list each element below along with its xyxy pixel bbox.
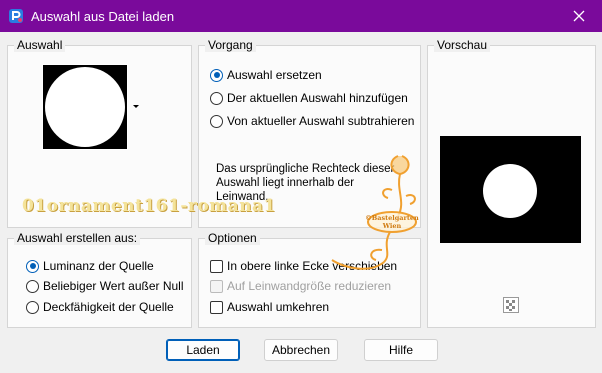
- radio-label: Von aktueller Auswahl subtrahieren: [227, 114, 415, 128]
- radio-button[interactable]: [210, 91, 223, 105]
- radio-hinzufuegen[interactable]: Der aktuellen Auswahl hinzufügen: [210, 91, 408, 105]
- close-button[interactable]: [556, 0, 602, 32]
- radio-button[interactable]: [26, 279, 39, 293]
- close-icon: [573, 10, 585, 22]
- paint-app-icon: [9, 9, 23, 23]
- radio-label: Luminanz der Quelle: [43, 259, 154, 273]
- radio-button[interactable]: [210, 114, 223, 128]
- watermark-stamp-line2: Wien: [382, 222, 402, 230]
- watermark-filename: 01ornament161-romana1: [22, 196, 276, 216]
- vorgang-group-label: Vorgang: [205, 38, 256, 52]
- title-bar: Auswahl aus Datei laden: [0, 0, 602, 32]
- watermark-stamp-line1: ©Bastelgarten: [365, 214, 419, 222]
- selection-thumbnail-picker[interactable]: [42, 64, 139, 150]
- checkbox[interactable]: [210, 300, 223, 314]
- check-leinwandgroesse[interactable]: Auf Leinwandgröße reduzieren: [210, 279, 391, 293]
- radio-label: Deckfähigkeit der Quelle: [43, 300, 174, 314]
- checkbox[interactable]: [210, 259, 223, 273]
- erstellen-group-label: Auswahl erstellen aus:: [14, 231, 141, 245]
- auswahl-group-label: Auswahl: [14, 38, 66, 52]
- radio-button-checked[interactable]: [26, 259, 39, 273]
- laden-button[interactable]: Laden: [166, 339, 240, 361]
- vorschau-group: Vorschau: [427, 38, 596, 328]
- window-title: Auswahl aus Datei laden: [31, 9, 175, 24]
- abbrechen-button[interactable]: Abbrechen: [264, 339, 338, 361]
- radio-luminanz[interactable]: Luminanz der Quelle: [26, 259, 154, 273]
- radio-deckfaehigkeit[interactable]: Deckfähigkeit der Quelle: [26, 300, 174, 314]
- radio-label: Auswahl ersetzen: [227, 68, 322, 82]
- radio-label: Der aktuellen Auswahl hinzufügen: [227, 91, 408, 105]
- radio-subtrahieren[interactable]: Von aktueller Auswahl subtrahieren: [210, 114, 414, 128]
- watermark-ornament: ©Bastelgarten Wien: [331, 155, 419, 270]
- checkbox-label: Auswahl umkehren: [227, 300, 330, 314]
- radio-button-checked[interactable]: [210, 68, 223, 82]
- dropdown-arrow-icon[interactable]: [132, 104, 140, 110]
- check-auswahl-umkehren[interactable]: Auswahl umkehren: [210, 300, 329, 314]
- radio-beliebiger-wert[interactable]: Beliebiger Wert außer Null: [26, 279, 184, 293]
- hilfe-button[interactable]: Hilfe: [364, 339, 438, 361]
- radio-auswahl-ersetzen[interactable]: Auswahl ersetzen: [210, 68, 322, 82]
- checkbox-disabled[interactable]: [210, 279, 223, 293]
- selection-thumbnail: [42, 64, 128, 150]
- preview-canvas: [440, 136, 581, 243]
- transparency-checker-icon[interactable]: [503, 297, 519, 313]
- vorschau-group-label: Vorschau: [434, 38, 491, 52]
- radio-label: Beliebiger Wert außer Null: [43, 279, 184, 293]
- radio-button[interactable]: [26, 300, 39, 314]
- checkbox-label: Auf Leinwandgröße reduzieren: [227, 279, 392, 293]
- optionen-group-label: Optionen: [205, 231, 260, 245]
